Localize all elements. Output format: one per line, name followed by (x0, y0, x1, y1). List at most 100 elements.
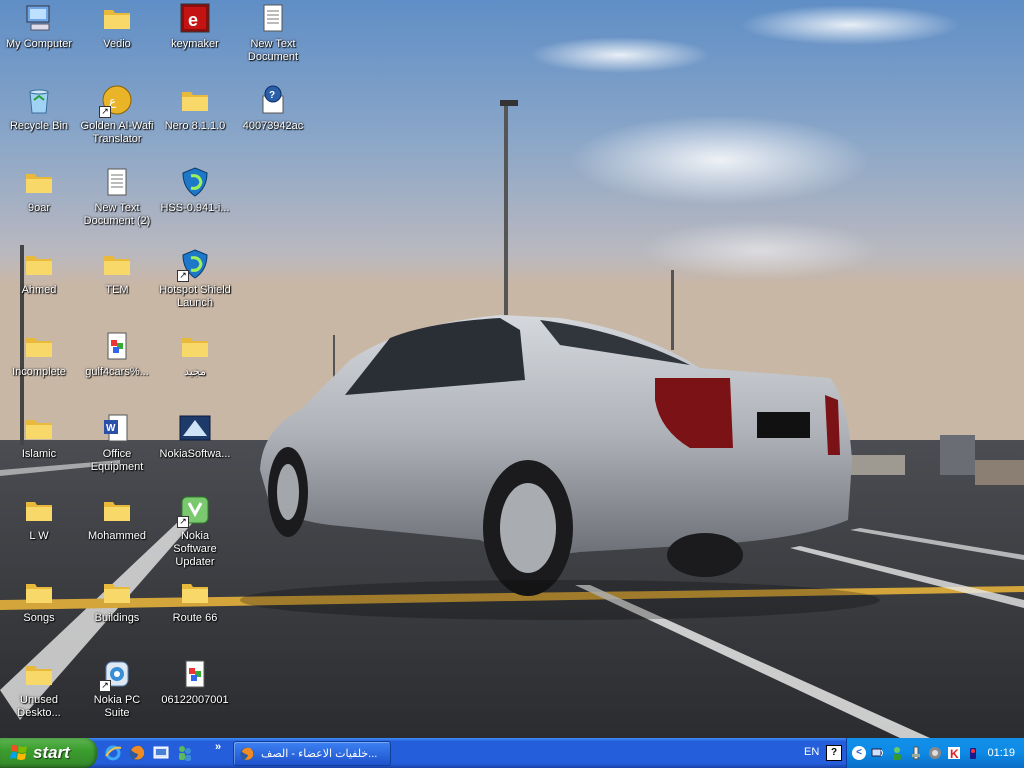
desktop-icon-label: Golden Al-Wafi Translator (80, 120, 154, 145)
desktop-icon-label: New Text Document (247, 38, 299, 63)
folder-icon (179, 84, 211, 116)
desktop-icon[interactable]: Incomplete (0, 328, 78, 408)
svg-text:?: ? (269, 90, 275, 101)
desktop-icon[interactable]: Nero 8.1.1.0 (156, 82, 234, 162)
security-shield-icon[interactable] (928, 746, 942, 760)
text-document-icon (101, 166, 133, 198)
start-label: start (33, 743, 70, 762)
desktop-icon[interactable]: Mohammed (78, 492, 156, 572)
desktop-icon[interactable]: NokiaSoftwa... (156, 410, 234, 490)
desktop-icon[interactable]: Route 66 (156, 574, 234, 654)
desktop-icon[interactable]: Islamic (0, 410, 78, 490)
desktop-icon-label: 06122007001 (161, 694, 229, 706)
realplayer-file-icon: ? (257, 84, 289, 116)
desktop-icon-label: 9oar (27, 202, 51, 214)
desktop-icon-label: My Computer (5, 38, 73, 50)
desktop-icon-label: Vedio (103, 38, 131, 50)
desktop-icon-label: Mohammed (87, 530, 147, 542)
text-document-icon (257, 2, 289, 34)
windows-logo-icon (10, 745, 27, 760)
language-indicator[interactable]: EN (804, 746, 819, 758)
folder-icon (179, 576, 211, 608)
desktop-icon-label: Nokia PC Suite (93, 694, 141, 719)
taskbar-window-title: خلفيات الاعضاء - الصف... (261, 748, 378, 760)
desktop-icon-label: Route 66 (172, 612, 218, 624)
network-icon[interactable] (871, 746, 885, 760)
taskbar-window-button[interactable]: خلفيات الاعضاء - الصف... (233, 741, 391, 766)
keymaker-icon: e (179, 2, 211, 34)
desktop-icon[interactable]: HSS-0.941-i... (156, 164, 234, 244)
start-button[interactable]: start (0, 738, 97, 768)
nokia-pc-suite-icon: ↗ (99, 658, 133, 692)
folder-icon (23, 494, 55, 526)
usb-device-icon[interactable] (909, 746, 923, 760)
desktop-icon[interactable]: My Computer (0, 0, 78, 80)
image-file-icon (179, 658, 211, 690)
folder-icon (101, 494, 133, 526)
desktop-icon-label: Islamic (21, 448, 57, 460)
desktop-icon[interactable]: ↗ Nokia PC Suite (78, 656, 156, 736)
shortcut-arrow-icon: ↗ (177, 516, 189, 528)
messenger-icon[interactable] (176, 744, 194, 762)
desktop-icon[interactable]: ? 40073942ac (234, 82, 312, 162)
desktop-icon[interactable]: Songs (0, 574, 78, 654)
desktop-icon-label: New Text Document (2) (83, 202, 151, 227)
chevron-left-icon[interactable]: < (852, 746, 866, 760)
desktop-icon[interactable]: New Text Document (234, 0, 312, 80)
desktop-icon[interactable]: Buildings (78, 574, 156, 654)
desktop-icon-label: NokiaSoftwa... (159, 448, 231, 460)
user-icon[interactable] (890, 746, 904, 760)
desktop-icon[interactable]: W Office Equipment (78, 410, 156, 490)
desktop-icon-label: keymaker (171, 38, 219, 50)
kaspersky-icon[interactable]: K (947, 746, 961, 760)
show-desktop-icon[interactable] (152, 744, 170, 762)
folder-icon (23, 658, 55, 690)
folder-icon (23, 166, 55, 198)
image-file-icon (101, 330, 133, 362)
desktop-icon[interactable]: ع ↗ Golden Al-Wafi Translator (78, 82, 156, 162)
shortcut-arrow-icon: ↗ (177, 270, 189, 282)
desktop-icon[interactable]: L W (0, 492, 78, 572)
quick-launch-overflow[interactable]: » (215, 741, 221, 753)
shortcut-arrow-icon: ↗ (99, 106, 111, 118)
desktop-icon[interactable]: 9oar (0, 164, 78, 244)
desktop-icon[interactable]: Vedio (78, 0, 156, 80)
folder-icon (23, 248, 55, 280)
desktop-icon[interactable]: gulf4cars%... (78, 328, 156, 408)
internet-explorer-icon[interactable] (104, 744, 122, 762)
desktop-icon[interactable]: Unused Deskto... (0, 656, 78, 736)
recycle-bin-icon (23, 84, 55, 116)
desktop-icon-label: Office Equipment (90, 448, 144, 473)
folder-icon (23, 576, 55, 608)
desktop-icon[interactable]: ↗ Nokia Software Updater (156, 492, 234, 572)
desktop-icon-label: Recycle Bin (9, 120, 69, 132)
desktop-icon-label: Songs (23, 612, 55, 624)
desktop-icon[interactable]: ↗ Hotspot Shield Launch (156, 246, 234, 326)
svg-text:e: e (188, 10, 198, 30)
folder-icon (23, 330, 55, 362)
desktop-icon[interactable]: New Text Document (2) (78, 164, 156, 244)
desktop-icon[interactable]: Recycle Bin (0, 82, 78, 162)
svg-text:K: K (950, 747, 959, 760)
clock[interactable]: 01:19 (987, 747, 1015, 759)
shortcut-arrow-icon: ↗ (99, 680, 111, 692)
desktop-icon[interactable]: مجيد (156, 328, 234, 408)
desktop-icon-label: Incomplete (12, 366, 66, 378)
desktop-icon-label: Nokia Software Updater (173, 530, 217, 568)
desktop-icon-label: Buildings (94, 612, 140, 624)
volume-icon[interactable] (966, 746, 980, 760)
firefox-icon (240, 746, 254, 761)
desktop-icon-label: TEM (105, 284, 129, 296)
taskbar: start » خلفيات الاعضاء - الصف... EN ? < … (0, 738, 1024, 768)
help-icon[interactable]: ? (826, 745, 842, 761)
desktop-icon[interactable]: Ahmed (0, 246, 78, 326)
desktop-icon-label: L W (29, 530, 49, 542)
desktop-icon[interactable]: 06122007001 (156, 656, 234, 736)
nokia-software-icon (179, 412, 211, 444)
firefox-icon[interactable] (128, 744, 146, 762)
desktop-icon-label: gulf4cars%... (85, 366, 149, 378)
desktop-icon[interactable]: TEM (78, 246, 156, 326)
nokia-updater-icon: ↗ (177, 494, 211, 528)
desktop-icon[interactable]: e keymaker (156, 0, 234, 80)
desktop-icon-label: Unused Deskto... (17, 694, 61, 719)
